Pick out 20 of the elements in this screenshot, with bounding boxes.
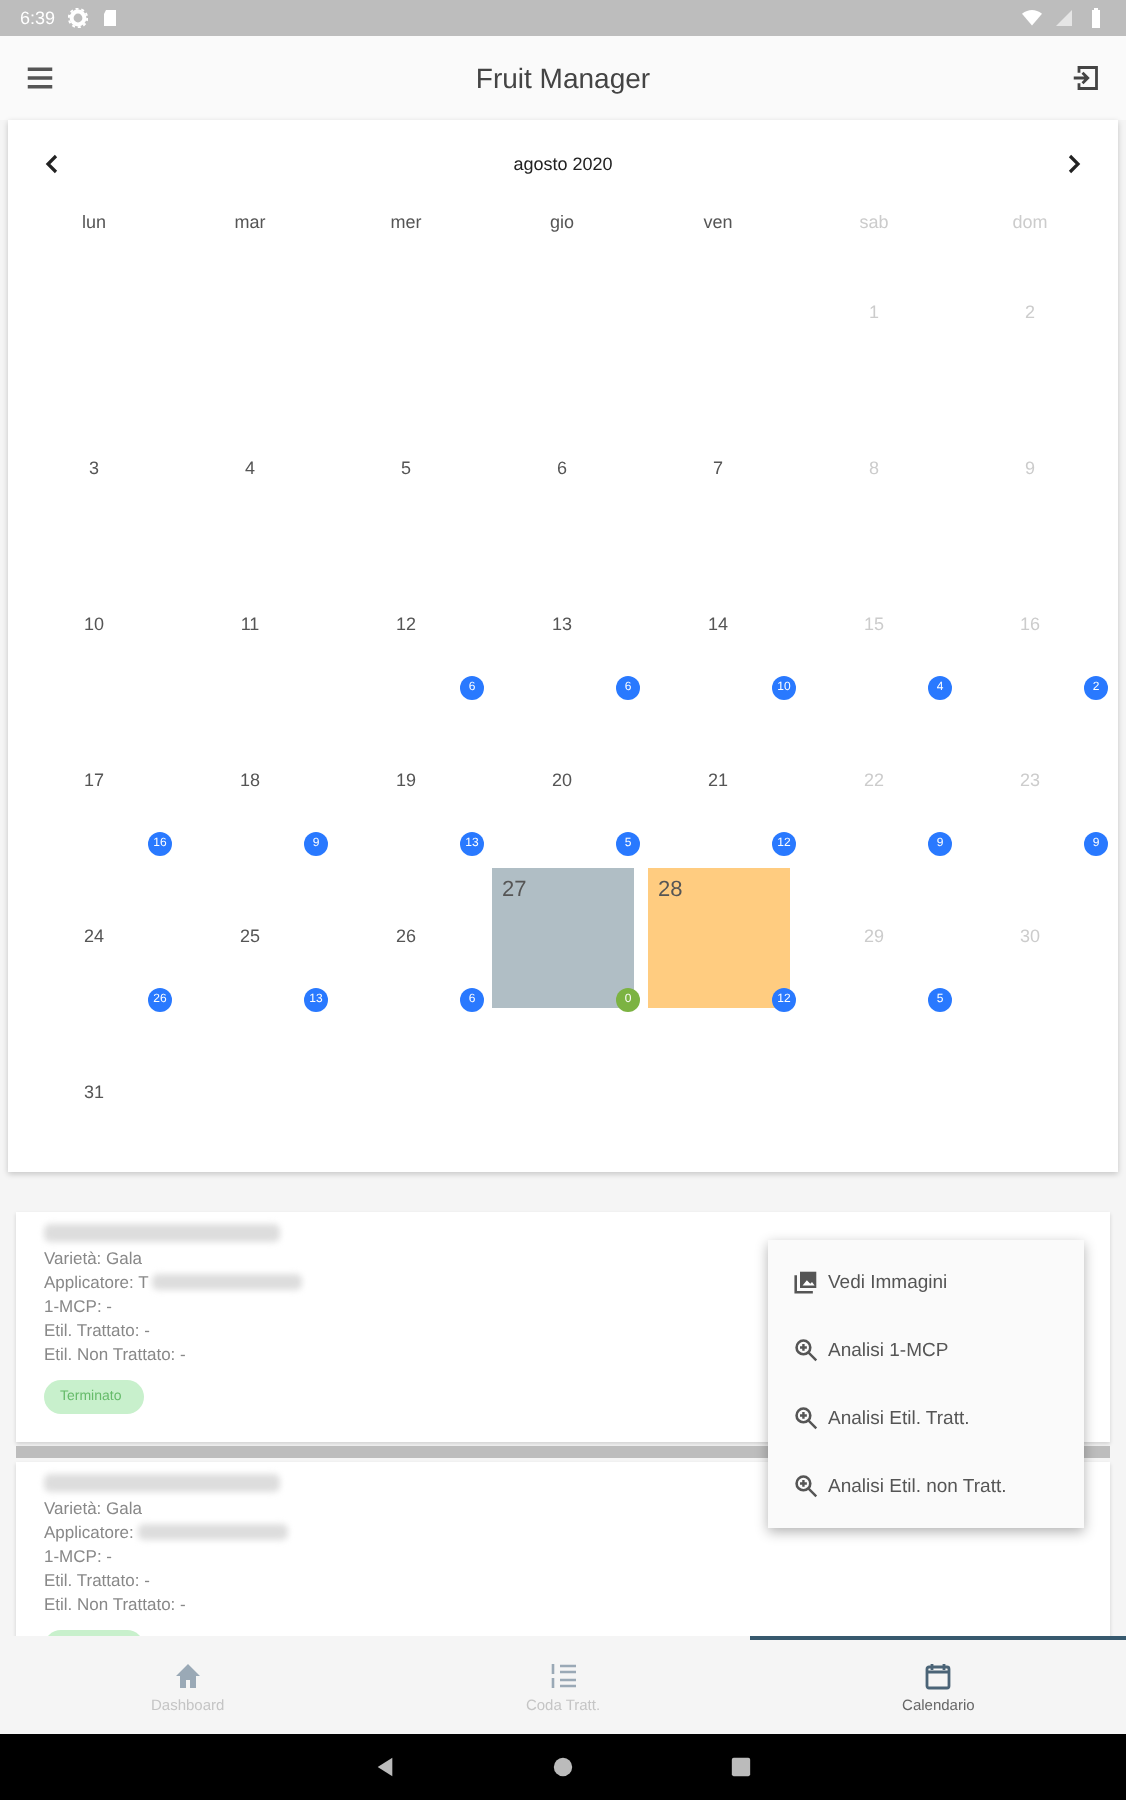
clock-time: 6:39 [20,8,56,28]
app-title: Fruit Manager [475,62,651,94]
card-line: Etil. Non Trattato: - [44,1592,186,1616]
weekday-label: ven [703,210,733,236]
card-line: Applicatore: [44,1520,134,1544]
day-number: 27 [502,878,527,902]
weekday-label: mar [234,210,266,236]
card-line: 1-MCP: - [44,1294,112,1318]
weekday-label: lun [81,210,106,236]
card-line: Etil. Non Trattato: - [44,1342,186,1366]
card-line: Varietà: Gala [44,1496,142,1520]
card-line: Etil. Trattato: - [44,1568,150,1592]
card-line: Varietà: Gala [44,1246,142,1270]
weekday-label: gio [549,210,574,236]
card-line: Etil. Trattato: - [44,1318,150,1342]
card-line: 1-MCP: - [44,1544,112,1568]
month-title: agosto 2020 [513,154,613,174]
weekday-label: mer [390,210,422,236]
card-line: Applicatore: T [44,1270,149,1294]
day-number: 28 [658,878,683,902]
